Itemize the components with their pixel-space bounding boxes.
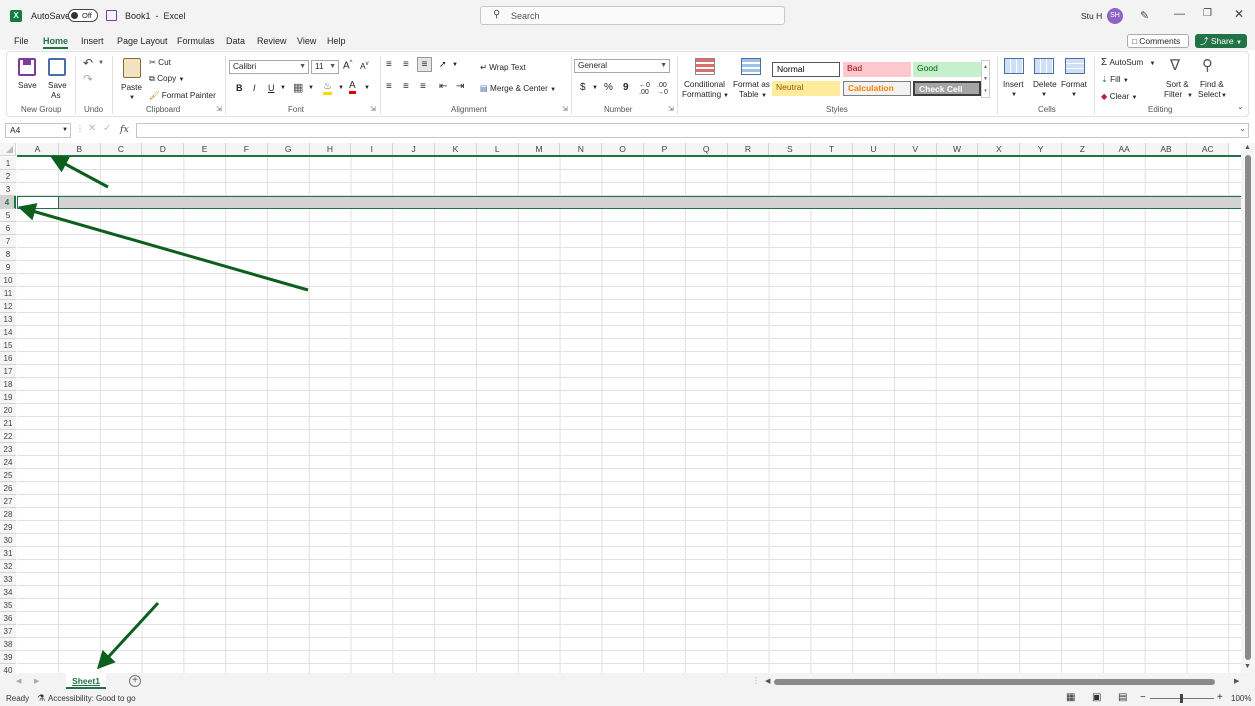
sheet-tab-sheet1[interactable]: Sheet1 (66, 673, 106, 689)
page-layout-view-icon[interactable]: ▣ (1092, 692, 1101, 703)
zoom-in-icon[interactable]: + (1217, 692, 1223, 703)
normal-view-icon[interactable]: ▦ (1066, 692, 1075, 703)
ready-status: Ready (6, 694, 30, 703)
accessibility-status[interactable]: Accessibility: Good to go (48, 694, 136, 703)
next-sheet-icon[interactable]: ▶ (34, 677, 39, 685)
more-icon: ⋮ (752, 676, 760, 685)
prev-sheet-icon[interactable]: ◀ (16, 677, 21, 685)
add-sheet-button[interactable]: + (129, 675, 141, 687)
scroll-right-icon[interactable]: ▶ (1234, 677, 1239, 685)
scroll-left-icon[interactable]: ◀ (765, 677, 770, 685)
zoom-slider-handle[interactable] (1180, 694, 1183, 703)
arrow-to-sheet-tab (96, 601, 160, 670)
arrow-to-column-a (50, 155, 109, 189)
horizontal-scroll-thumb[interactable] (774, 679, 1215, 685)
scroll-down-icon[interactable]: ▼ (1244, 663, 1251, 670)
scroll-up-icon[interactable]: ▲ (1244, 144, 1251, 151)
annotation-arrows (17, 155, 309, 670)
sheet-tab-bar: ◀ ▶ Sheet1 + ⋮ ◀ ▶ (0, 673, 1255, 691)
page-break-view-icon[interactable]: ▤ (1118, 692, 1127, 703)
accessibility-icon[interactable]: ⚗ (37, 693, 45, 704)
zoom-level[interactable]: 100% (1231, 694, 1251, 703)
vertical-scrollbar[interactable]: ▲ ▼ (1241, 143, 1255, 673)
zoom-slider[interactable] (1150, 694, 1214, 703)
status-bar: Ready ⚗ Accessibility: Good to go ▦ ▣ ▤ … (0, 691, 1255, 706)
scroll-thumb[interactable] (1245, 155, 1251, 660)
zoom-out-icon[interactable]: − (1140, 692, 1146, 703)
arrow-to-row-4 (17, 203, 309, 292)
